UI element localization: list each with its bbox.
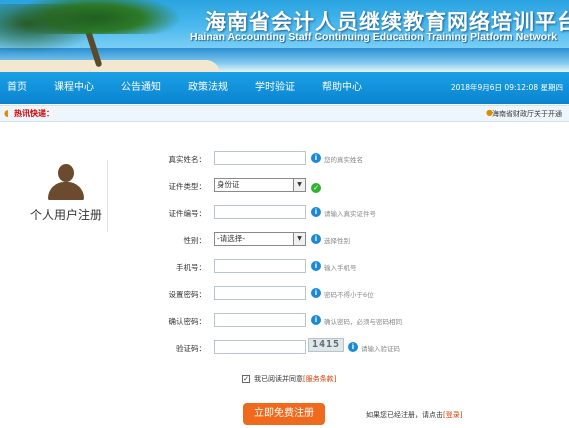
nav-home[interactable]: 首页 (7, 72, 27, 104)
login-prompt: 如果您已经注册，请点击[登录] (366, 410, 462, 420)
speaker-icon: ◖ (4, 109, 9, 119)
terms-link[interactable]: [服务条款] (303, 375, 336, 383)
nav-hours-verify[interactable]: 学时验证 (255, 72, 295, 104)
news-ticker: ◖ 热讯快递： ● 海南省财政厅关于开通 (0, 105, 569, 122)
register-button[interactable]: 立即免费注册 (243, 403, 325, 425)
password-hint: 密码不得小于6位 (324, 291, 374, 299)
nav-course-center[interactable]: 课程中心 (54, 72, 94, 104)
password-label: 设置密码： (168, 290, 207, 299)
captcha-hint: 请输入验证码 (361, 345, 400, 353)
header-banner: 海南省会计人员继续教育网络培训平台 Hainan Accounting Staf… (0, 0, 569, 72)
confirm-password-input[interactable] (214, 313, 306, 327)
info-icon: i (311, 261, 321, 271)
info-icon: i (348, 342, 358, 352)
current-datetime: 2018年9月6日 09:12:08 星期四 (450, 83, 563, 92)
info-icon: i (311, 153, 321, 163)
gender-label: 性别： (183, 236, 207, 245)
chevron-down-icon: ▼ (293, 179, 305, 191)
main-nav: 首页 课程中心 公告通知 政策法规 学时验证 帮助中心 2018年9月6日 09… (0, 72, 569, 104)
ticker-label: 热讯快递： (14, 109, 54, 118)
phone-label: 手机号： (176, 263, 206, 272)
password-input[interactable] (214, 286, 306, 300)
login-link[interactable]: [登录] (443, 411, 462, 419)
idnum-hint: 请输入真实证件号 (324, 210, 376, 218)
name-label: 真实姓名： (168, 155, 207, 164)
info-icon: i (311, 315, 321, 325)
name-hint: 您的真实姓名 (324, 156, 363, 164)
idtype-select[interactable]: 身份证 ▼ (214, 178, 306, 192)
confirm-password-hint: 确认密码，必须与密码相同 (324, 318, 402, 326)
site-subtitle: Hainan Accounting Staff Continuing Educa… (190, 31, 558, 43)
idtype-value: 身份证 (217, 180, 240, 189)
gender-hint: 选择性别 (324, 237, 350, 245)
gender-select[interactable]: -请选择- ▼ (214, 232, 306, 246)
beach-decoration (0, 60, 220, 72)
info-icon: i (311, 207, 321, 217)
confirm-password-label: 确认密码： (168, 317, 207, 326)
chevron-down-icon: ▼ (293, 233, 305, 245)
phone-input[interactable] (214, 259, 306, 273)
info-icon: i (311, 234, 321, 244)
ticker-news-link[interactable]: 海南省财政厅关于开通 (492, 109, 562, 119)
name-input[interactable] (214, 151, 306, 165)
phone-hint: 输入手机号 (324, 264, 357, 272)
captcha-label: 验证码： (176, 344, 206, 353)
nav-help-center[interactable]: 帮助中心 (322, 72, 362, 104)
agree-label: 我已阅读并同意 (254, 375, 303, 383)
agree-checkbox[interactable]: ✓ (242, 375, 250, 383)
idtype-label: 证件类型： (168, 182, 207, 191)
palm-leaves-decoration (0, 4, 100, 54)
check-icon: ✓ (311, 183, 321, 193)
panel-title: 个人用户注册 (29, 208, 102, 222)
idnum-label: 证件编号： (168, 209, 207, 218)
login-prompt-text: 如果您已经注册，请点击 (366, 411, 443, 419)
captcha-image[interactable]: 1415 (308, 338, 344, 352)
gender-value: -请选择- (217, 234, 245, 243)
info-icon: i (311, 288, 321, 298)
captcha-input[interactable] (214, 340, 306, 354)
registration-panel: 个人用户注册 (24, 160, 108, 232)
nav-policies[interactable]: 政策法规 (188, 72, 228, 104)
agree-text: 我已阅读并同意[服务条款] (254, 374, 336, 384)
user-icon (46, 164, 86, 200)
idnum-input[interactable] (214, 205, 306, 219)
nav-announcements[interactable]: 公告通知 (121, 72, 161, 104)
